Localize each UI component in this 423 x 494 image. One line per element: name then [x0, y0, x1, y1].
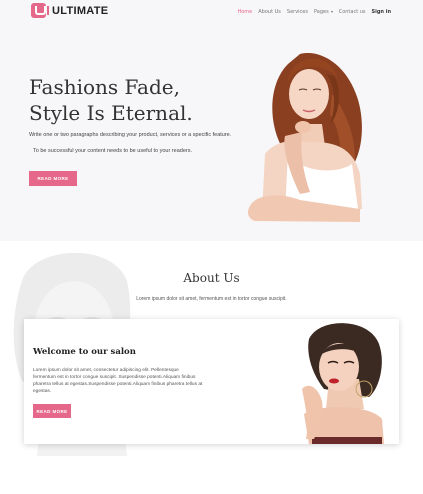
nav-item-pages[interactable]: Pages	[314, 9, 333, 15]
nav-menu: Home About Us Services Pages Contact us …	[237, 9, 391, 15]
about-subtitle: Lorem ipsum dolor sit amet, fermentum es…	[136, 296, 287, 302]
nav-item-home[interactable]: Home	[237, 9, 252, 15]
about-title: About Us	[183, 271, 240, 285]
logo[interactable]: ULTIMATE	[31, 3, 108, 18]
about-section: About Us Lorem ipsum dolor sit amet, fer…	[0, 241, 423, 471]
salon-model-image	[264, 319, 399, 444]
logo-icon	[31, 3, 49, 18]
nav-item-about-us[interactable]: About Us	[258, 9, 281, 15]
hero-description: Write one or two paragraphs describing y…	[29, 132, 232, 138]
salon-card-text: Lorem ipsum dolor sit amet, consectetur …	[33, 368, 203, 394]
nav-item-services[interactable]: Services	[287, 9, 308, 15]
salon-read-more-button[interactable]: READ MORE	[33, 404, 71, 418]
logo-text: ULTIMATE	[52, 4, 109, 17]
hero-subdescription: To be successful your content needs to b…	[33, 148, 192, 154]
hero-title: Fashions Fade, Style Is Eternal.	[29, 74, 193, 126]
hero-section: Fashions Fade, Style Is Eternal. Write o…	[0, 24, 423, 241]
sign-in-link[interactable]: Sign in	[372, 9, 391, 15]
navbar: ULTIMATE Home About Us Services Pages Co…	[0, 0, 423, 24]
hero-read-more-button[interactable]: READ MORE	[29, 171, 77, 186]
hero-title-line-1: Fashions Fade,	[29, 75, 180, 99]
chevron-down-icon	[330, 10, 333, 13]
hero-title-line-2: Style Is Eternal.	[29, 101, 193, 125]
nav-item-pages-label: Pages	[313, 9, 329, 15]
salon-card: Welcome to our salon Lorem ipsum dolor s…	[24, 319, 399, 444]
salon-card-title: Welcome to our salon	[33, 347, 136, 357]
nav-item-contact-us[interactable]: Contact us	[339, 9, 366, 15]
